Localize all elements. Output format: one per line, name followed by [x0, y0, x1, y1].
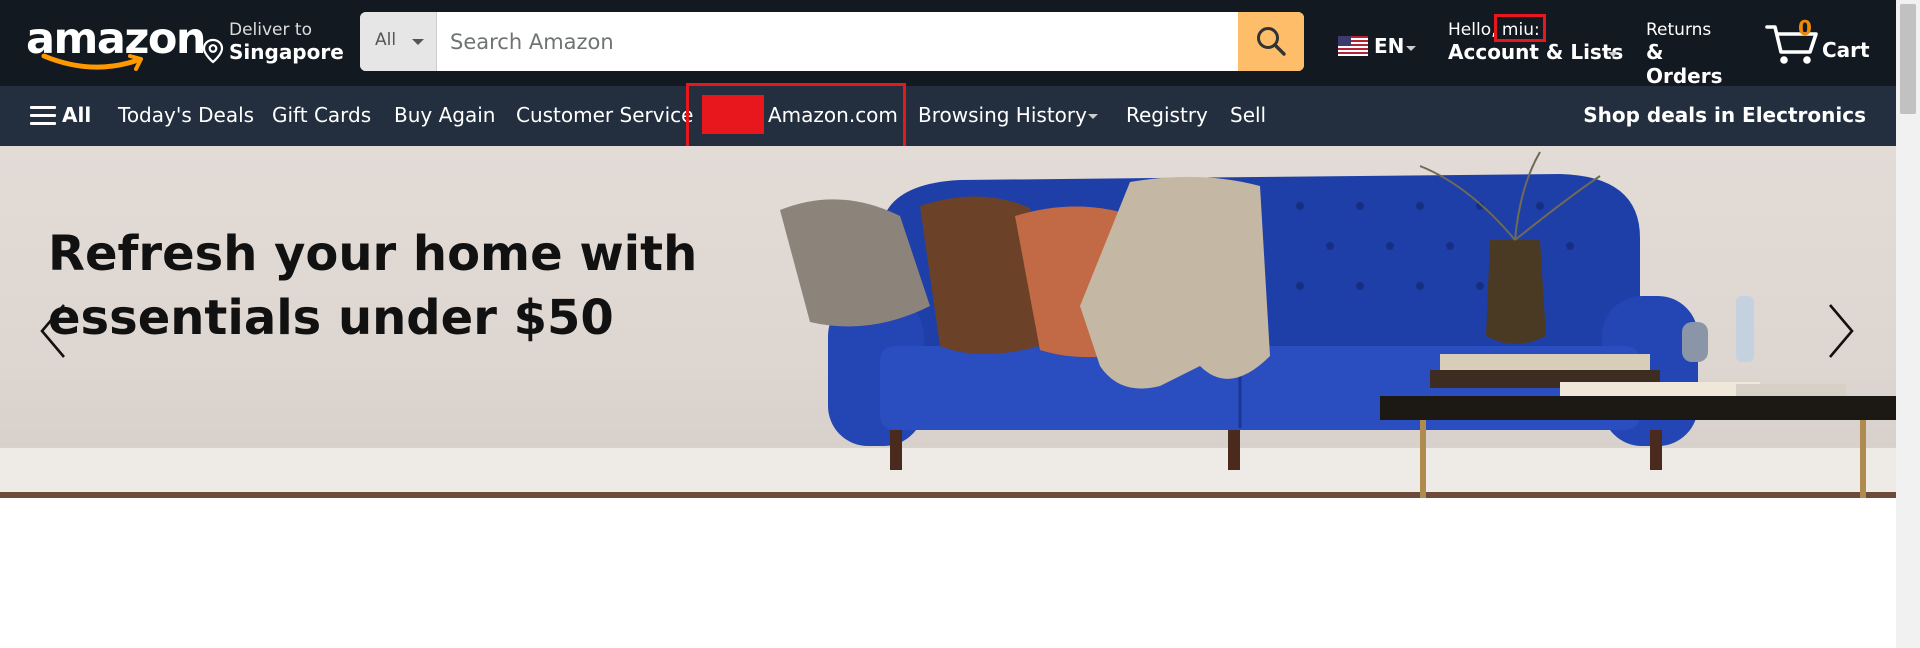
search-category-label: All — [375, 30, 397, 50]
logo-smile-icon — [41, 53, 143, 71]
hero-headline-line2: essentials under $50 — [48, 290, 614, 346]
deliver-to[interactable]: Deliver to Singapore — [202, 18, 352, 68]
nav-browsing-history[interactable]: Browsing History — [918, 103, 1087, 127]
chevron-down-icon — [1406, 46, 1416, 51]
amazon-logo[interactable]: amazon — [26, 14, 207, 74]
hero-carousel[interactable]: Refresh your home with essentials under … — [0, 146, 1896, 498]
cart-label: Cart — [1822, 38, 1870, 62]
hamburger-menu-icon — [30, 106, 56, 126]
scrollbar-thumb[interactable] — [1900, 4, 1916, 114]
hero-headline: Refresh your home with essentials under … — [48, 222, 748, 350]
account-lists-label: Account & Lists — [1448, 40, 1624, 64]
secondary-navbar: All Today's Deals Gift Cards Buy Again C… — [0, 83, 1896, 159]
search-icon — [1257, 27, 1286, 56]
deliver-label: Deliver to — [229, 20, 312, 40]
language-code: EN — [1374, 34, 1405, 58]
location-pin-icon — [202, 38, 224, 64]
us-flag-icon — [1338, 36, 1368, 56]
deliver-location: Singapore — [229, 40, 344, 64]
shop-deals-electronics-link[interactable]: Shop deals in Electronics — [1583, 103, 1866, 127]
nav-customer-service[interactable]: Customer Service — [516, 103, 693, 127]
search-input[interactable] — [438, 12, 1226, 71]
chevron-down-icon — [1088, 114, 1098, 119]
nav-todays-deals[interactable]: Today's Deals — [118, 103, 254, 127]
page-scrollbar[interactable] — [1896, 0, 1920, 648]
nav-gift-cards[interactable]: Gift Cards — [272, 103, 371, 127]
chevron-down-icon — [1608, 52, 1618, 57]
returns-label: Returns — [1646, 20, 1712, 40]
carousel-next-arrow-icon[interactable] — [1826, 301, 1856, 361]
top-navbar: amazon Deliver to Singapore All Search A… — [0, 0, 1896, 88]
chevron-down-icon — [412, 39, 424, 45]
returns-orders-link[interactable]: Returns & Orders — [1646, 18, 1746, 88]
username-highlight-box — [1494, 14, 1546, 42]
all-menu-button[interactable]: All — [62, 103, 91, 127]
search-bar: All — [360, 12, 1304, 71]
nav-registry[interactable]: Registry — [1126, 103, 1208, 127]
carousel-prev-arrow-icon[interactable] — [38, 301, 68, 361]
search-button[interactable] — [1238, 12, 1304, 71]
search-category-select[interactable]: All — [360, 12, 437, 71]
hero-headline-line1: Refresh your home with — [48, 226, 698, 282]
cart-count: 0 — [1798, 16, 1812, 40]
nav-buy-again[interactable]: Buy Again — [394, 103, 495, 127]
cart-button[interactable]: 0 Cart — [1764, 14, 1874, 70]
language-selector[interactable]: EN — [1338, 34, 1420, 62]
orders-label: & Orders — [1646, 40, 1723, 88]
nav-sell[interactable]: Sell — [1230, 103, 1266, 127]
